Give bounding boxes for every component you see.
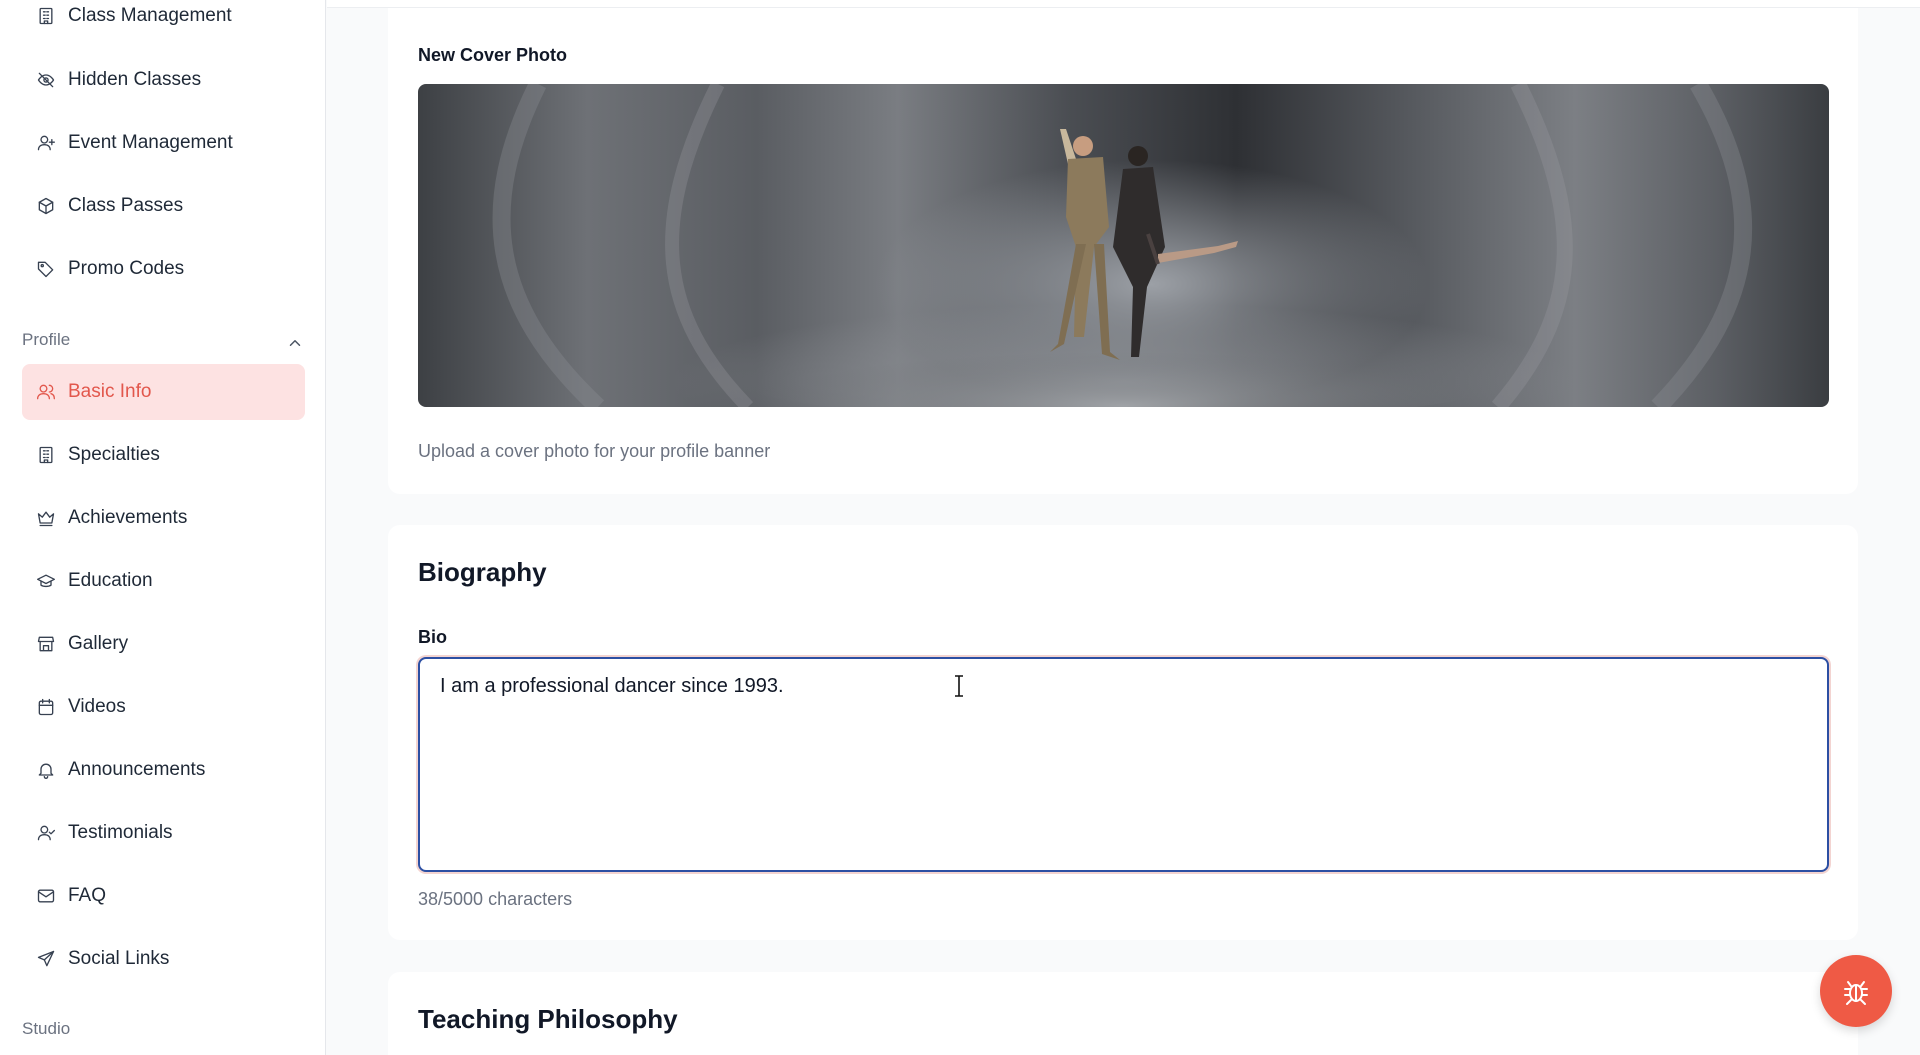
sidebar-item-social-links[interactable]: Social Links	[22, 931, 305, 987]
sidebar-item-label: Gallery	[68, 633, 129, 654]
sidebar-item-education[interactable]: Education	[22, 553, 305, 609]
user-check-icon	[36, 823, 56, 843]
calendar-icon	[36, 697, 56, 717]
crown-icon	[36, 508, 56, 528]
section-label-studio: Studio	[22, 1019, 71, 1038]
sidebar-item-label: Class Passes	[68, 195, 184, 216]
top-bar	[327, 0, 1920, 8]
sidebar-item-label: Social Links	[68, 948, 170, 969]
sidebar-item-label: Hidden Classes	[68, 69, 202, 90]
teaching-philosophy-heading: Teaching Philosophy	[418, 1004, 678, 1034]
sidebar-item-label: Videos	[68, 696, 126, 717]
sidebar: Class Management Hidden Classes Event Ma…	[0, 0, 326, 1055]
mail-icon	[36, 886, 56, 906]
sidebar-item-achievements[interactable]: Achievements	[22, 490, 305, 546]
biography-heading: Biography	[418, 557, 547, 587]
sidebar-item-hidden-classes[interactable]: Hidden Classes	[22, 52, 305, 108]
cover-photo-helper: Upload a cover photo for your profile ba…	[418, 441, 771, 461]
sidebar-item-label: Promo Codes	[68, 258, 185, 279]
text-cursor-icon	[953, 675, 965, 697]
store-icon	[36, 634, 56, 654]
users-icon	[36, 382, 56, 402]
sidebar-item-label: Basic Info	[68, 381, 152, 402]
sidebar-item-label: Education	[68, 570, 153, 591]
sidebar-item-label: FAQ	[68, 885, 107, 906]
sidebar-item-class-passes[interactable]: Class Passes	[22, 178, 305, 234]
sidebar-item-label: Testimonials	[68, 822, 173, 843]
sidebar-item-label: Specialties	[68, 444, 160, 465]
bio-char-count: 38/5000 characters	[418, 889, 573, 909]
cover-photo-image[interactable]	[418, 84, 1829, 407]
graduation-cap-icon	[36, 571, 56, 591]
sidebar-item-basic-info[interactable]: Basic Info	[22, 364, 305, 420]
sidebar-item-faq[interactable]: FAQ	[22, 868, 305, 924]
sidebar-item-announcements[interactable]: Announcements	[22, 742, 305, 798]
bio-textarea[interactable]: I am a professional dancer since 1993.	[418, 657, 1829, 872]
sidebar-item-specialties[interactable]: Specialties	[22, 427, 305, 483]
building-icon	[36, 6, 56, 26]
sidebar-item-label: Event Management	[68, 132, 233, 153]
section-label-profile: Profile	[22, 330, 71, 349]
bell-icon	[36, 760, 56, 780]
eye-off-icon	[36, 70, 56, 90]
building-icon	[36, 445, 56, 465]
sidebar-item-videos[interactable]: Videos	[22, 679, 305, 735]
chevron-up-icon[interactable]	[286, 334, 304, 352]
sidebar-item-class-management[interactable]: Class Management	[22, 0, 305, 44]
send-icon	[36, 949, 56, 969]
sidebar-item-label: Class Management	[68, 5, 232, 26]
package-icon	[36, 196, 56, 216]
cover-photo-label: New Cover Photo	[418, 45, 568, 65]
sidebar-item-label: Achievements	[68, 507, 188, 528]
dancers-illustration	[492, 84, 1752, 407]
tag-icon	[36, 259, 56, 279]
sidebar-item-label: Announcements	[68, 759, 206, 780]
user-plus-icon	[36, 133, 56, 153]
sidebar-item-gallery[interactable]: Gallery	[22, 616, 305, 672]
bug-icon	[1840, 975, 1872, 1007]
bug-report-button[interactable]	[1820, 955, 1892, 1027]
bio-label: Bio	[418, 627, 447, 647]
sidebar-item-testimonials[interactable]: Testimonials	[22, 805, 305, 861]
sidebar-item-event-management[interactable]: Event Management	[22, 115, 305, 171]
sidebar-item-promo-codes[interactable]: Promo Codes	[22, 241, 305, 297]
